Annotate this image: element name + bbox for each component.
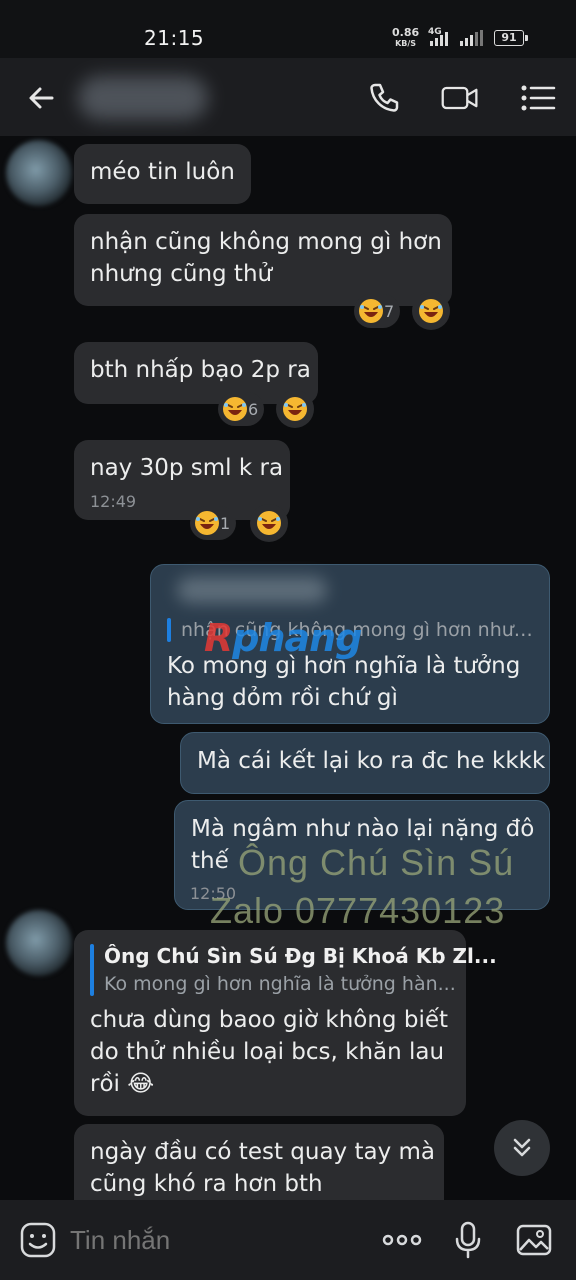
laughing-emoji-icon (419, 299, 443, 323)
quote-author: Ông Chú Sìn Sú Đg Bị Khoá Kb Zl... (104, 944, 497, 968)
reaction-button[interactable] (276, 390, 314, 428)
message-text: cũng khó ra hơn bth (90, 1171, 323, 1197)
scroll-to-bottom-button[interactable] (494, 1120, 550, 1176)
phone-icon[interactable] (364, 78, 404, 118)
reaction-button[interactable] (412, 292, 450, 330)
avatar[interactable] (6, 910, 72, 976)
reaction-count: 1 (220, 513, 231, 533)
reaction-summary[interactable]: 6 (218, 392, 265, 426)
avatar[interactable] (6, 140, 72, 206)
contact-name[interactable] (78, 76, 208, 120)
watermark-logo-text: phang (232, 616, 362, 660)
battery-indicator: 91 (494, 30, 528, 46)
message-text: Mà cái kết lại ko ra đc he kkkk (197, 748, 546, 774)
quote-text: Ko mong gì hơn nghĩa là tưởng hàn... (104, 973, 456, 995)
sticker-smile-icon[interactable] (18, 1220, 58, 1260)
image-gallery-icon[interactable] (514, 1220, 554, 1260)
reaction-summary[interactable]: 1 (190, 506, 237, 540)
signal-icon (430, 32, 448, 46)
back-arrow-icon[interactable] (22, 78, 62, 118)
message-text: méo tin luôn (90, 159, 235, 185)
microphone-icon[interactable] (448, 1220, 488, 1260)
reaction-count: 6 (248, 399, 259, 419)
more-dots-icon[interactable] (380, 1220, 424, 1260)
watermark-text: Ông Chú Sìn Sú (238, 842, 515, 883)
message-bubble[interactable]: nhận cũng không mong gì hơn nhưng cũng t… (74, 214, 452, 306)
message-input-bar (0, 1200, 576, 1280)
reaction-button[interactable] (250, 504, 288, 542)
message-bubble[interactable]: Ông Chú Sìn Sú Đg Bị Khoá Kb Zl... Ko mo… (74, 930, 497, 1116)
reply-quote[interactable]: Ông Chú Sìn Sú Đg Bị Khoá Kb Zl... Ko mo… (90, 942, 497, 998)
message-list[interactable]: méo tin luôn nhận cũng không mong gì hơn… (0, 136, 576, 1200)
network-speed-value: 0.86 (392, 26, 420, 39)
laughing-emoji-icon (195, 511, 219, 535)
reaction-count: 7 (384, 301, 395, 321)
message-bubble[interactable]: ngày đầu có test quay tay mà cũng khó ra… (74, 1124, 444, 1200)
signal-icon-2 (460, 30, 483, 46)
message-bubble[interactable]: Mà cái kết lại ko ra đc he kkkk (180, 732, 550, 794)
laughing-emoji-icon (223, 397, 247, 421)
watermark-text: Zalo 0777430123 (210, 890, 506, 931)
message-bubble[interactable]: méo tin luôn (74, 144, 251, 204)
status-bar: 21:15 0.86 KB/S 4G 91 (0, 0, 576, 58)
message-input[interactable] (70, 1218, 360, 1262)
laughing-emoji-icon (257, 511, 281, 535)
list-menu-icon[interactable] (518, 78, 558, 118)
status-time: 21:15 (144, 26, 205, 50)
message-text: Mà ngâm như nào lại nặng đô (191, 816, 535, 842)
message-text: hàng dỏm rồi chứ gì (167, 685, 398, 711)
message-text: nay 30p sml k ra (90, 455, 284, 481)
message-text: ngày đầu có test quay tay mà (90, 1139, 436, 1165)
laughing-emoji-icon (283, 397, 307, 421)
message-text: nhưng cũng thử (90, 261, 273, 287)
message-time: 12:49 (90, 492, 137, 511)
reaction-summary[interactable]: 7 (354, 294, 401, 328)
laughing-emoji-icon (359, 299, 383, 323)
message-text: nhận cũng không mong gì hơn (90, 229, 442, 255)
message-text: rồi 😂 (90, 1071, 155, 1097)
chat-header (0, 58, 576, 136)
message-text: chưa dùng baoo giờ không biết (90, 1007, 449, 1033)
watermark-logo: Rphang (204, 616, 362, 660)
network-speed-unit: KB/S (395, 39, 417, 48)
quote-author-blurred (177, 577, 327, 603)
network-speed: 0.86 KB/S (392, 27, 419, 49)
message-text: bth nhấp bạo 2p ra (90, 357, 311, 383)
message-text: do thử nhiều loại bcs, khăn lau (90, 1039, 445, 1065)
watermark-logo-r: R (204, 616, 233, 660)
chevron-double-down-icon (513, 1138, 531, 1157)
video-camera-icon[interactable] (440, 78, 480, 118)
